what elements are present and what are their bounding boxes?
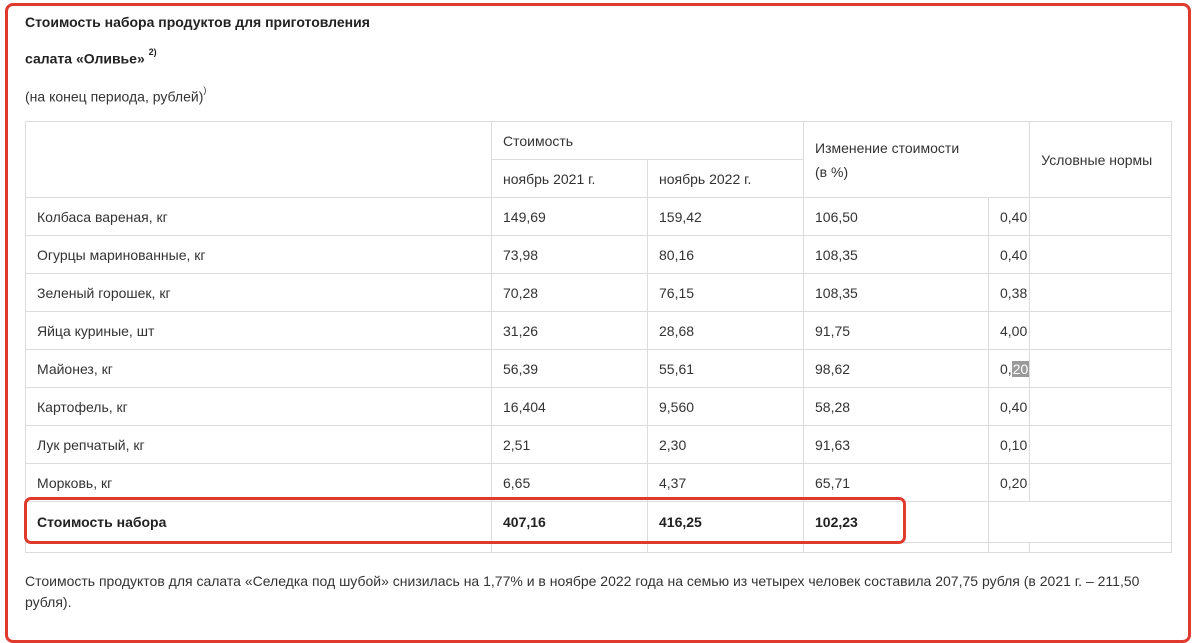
row-2021: 2,51 — [491, 425, 648, 464]
row-norm: 0,20 — [987, 463, 1030, 502]
row-empty — [1029, 463, 1173, 502]
row-2022: 9,560 — [647, 387, 804, 426]
row-norm: 0,40 — [987, 387, 1030, 426]
row-empty — [1029, 349, 1173, 388]
row-name: Майонез, кг — [25, 349, 492, 388]
page-title-line2: салата «Оливье» 2) — [25, 47, 157, 67]
row-norm: 4,00 — [987, 311, 1030, 350]
header-norms: Условные нормы — [1029, 121, 1173, 198]
row-change: 91,63 — [803, 425, 989, 464]
row-2022: 4,37 — [647, 463, 804, 502]
row-change: 91,75 — [803, 311, 989, 350]
table-subtitle: (на конец периода, рублей)) — [25, 85, 207, 105]
row-empty — [1029, 235, 1173, 274]
tail-cell — [491, 542, 648, 553]
table-row: Яйца куриные, шт 31,26 28,68 91,75 4,00 — [25, 311, 1173, 350]
table-row: Зеленый горошек, кг 70,28 76,15 108,35 0… — [25, 273, 1173, 312]
row-2021: 73,98 — [491, 235, 648, 274]
row-norm: 0,20 — [987, 349, 1030, 388]
row-change: 106,50 — [803, 197, 989, 236]
header-change: Изменение стоимости (в %) — [802, 121, 1031, 198]
selected-text[interactable]: 20 — [1011, 360, 1030, 377]
table-row: Лук репчатый, кг 2,51 2,30 91,63 0,10 — [25, 425, 1173, 464]
footnote-ref: 2) — [148, 47, 157, 57]
row-empty — [1029, 387, 1173, 426]
title-text: салата «Оливье» — [25, 50, 145, 67]
row-name: Колбаса вареная, кг — [25, 197, 492, 236]
tail-cell — [803, 542, 989, 553]
tail-cell — [647, 542, 804, 553]
table-row: Колбаса вареная, кг 149,69 159,42 106,50… — [25, 197, 1173, 236]
header-nov2021: ноябрь 2021 г. — [491, 159, 648, 198]
row-2022: 76,15 — [647, 273, 804, 312]
row-name: Зеленый горошек, кг — [25, 273, 492, 312]
row-2021: 56,39 — [491, 349, 648, 388]
table-tail-row — [25, 542, 1173, 553]
row-change: 58,28 — [803, 387, 989, 426]
row-2022: 80,16 — [647, 235, 804, 274]
row-name: Лук репчатый, кг — [25, 425, 492, 464]
row-change: 108,35 — [803, 235, 989, 274]
row-name: Картофель, кг — [25, 387, 492, 426]
tail-cell — [1029, 542, 1173, 553]
footer-paragraph: Стоимость продуктов для салата «Селедка … — [25, 573, 1140, 610]
total-row-highlight — [24, 497, 906, 544]
header-cost: Стоимость — [491, 121, 804, 160]
row-change: 98,62 — [803, 349, 989, 388]
row-empty — [1029, 311, 1173, 350]
row-change: 65,71 — [803, 463, 989, 502]
row-norm: 0,40 — [987, 235, 1030, 274]
row-name: Яйца куриные, шт — [25, 311, 492, 350]
row-name: Огурцы маринованные, кг — [25, 235, 492, 274]
row-norm: 0,40 — [987, 197, 1030, 236]
row-2021: 16,404 — [491, 387, 648, 426]
table-row: Майонез, кг 56,39 55,61 98,62 0,20 — [25, 349, 1173, 388]
row-2022: 28,68 — [647, 311, 804, 350]
header-empty — [25, 121, 492, 198]
row-name: Морковь, кг — [25, 463, 492, 502]
header-change-label: Изменение стоимости — [815, 139, 960, 156]
header-nov2022: ноябрь 2022 г. — [647, 159, 804, 198]
table-row: Морковь, кг 6,65 4,37 65,71 0,20 — [25, 463, 1173, 502]
tail-cell — [987, 542, 1031, 553]
row-change: 108,35 — [803, 273, 989, 312]
row-2022: 2,30 — [647, 425, 804, 464]
row-2021: 149,69 — [491, 197, 648, 236]
row-norm: 0,38 — [987, 273, 1030, 312]
row-empty — [1029, 197, 1173, 236]
row-2021: 6,65 — [491, 463, 648, 502]
page-title: Стоимость набора продуктов для приготовл… — [25, 14, 370, 30]
row-empty — [1029, 425, 1173, 464]
header-row: Стоимость Изменение стоимости (в %) Услов… — [25, 121, 1173, 198]
subtitle-sup: ) — [203, 85, 207, 95]
table-row: Огурцы маринованные, кг 73,98 80,16 108,… — [25, 235, 1173, 274]
row-2021: 31,26 — [491, 311, 648, 350]
row-2022: 159,42 — [647, 197, 804, 236]
row-2022: 55,61 — [647, 349, 804, 388]
row-norm: 0,10 — [987, 425, 1030, 464]
subtitle-text: (на конец периода, рублей) — [25, 88, 204, 105]
row-2021: 70,28 — [491, 273, 648, 312]
total-empty — [987, 501, 1173, 543]
header-change-unit: (в %) — [815, 163, 849, 180]
cost-table: Стоимость Изменение стоимости (в %) Услов… — [25, 121, 1173, 553]
row-empty — [1029, 273, 1173, 312]
table-row: Картофель, кг 16,404 9,560 58,28 0,40 — [25, 387, 1173, 426]
tail-cell — [25, 542, 492, 553]
norm-prefix: 0, — [1000, 360, 1012, 377]
